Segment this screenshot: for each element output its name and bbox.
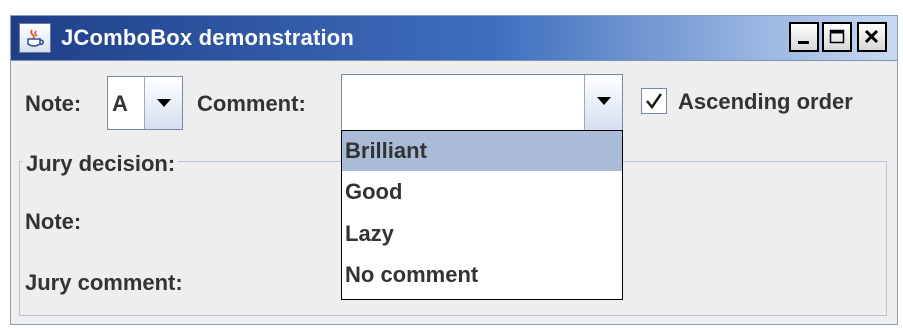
jury-decision-title: Jury decision:: [23, 151, 179, 177]
comment-combobox-arrow-button[interactable]: [584, 75, 622, 130]
window-title: JComboBox demonstration: [61, 25, 355, 50]
note-label: Note:: [25, 91, 82, 116]
ascending-order-checkbox[interactable]: [641, 88, 667, 114]
maximize-button[interactable]: [822, 22, 852, 52]
jury-comment-label: Jury comment:: [25, 270, 183, 295]
chevron-down-icon: [597, 97, 611, 105]
maximize-icon: [829, 29, 845, 44]
dropdown-item-lazy[interactable]: Lazy: [342, 214, 622, 254]
note-combobox[interactable]: A: [107, 76, 183, 130]
comment-label: Comment:: [197, 91, 306, 116]
comment-combobox[interactable]: [341, 74, 623, 131]
chevron-down-icon: [157, 99, 171, 107]
checkmark-icon: [646, 93, 663, 110]
note-combobox-value: A: [112, 91, 128, 116]
close-icon: [864, 29, 879, 44]
jury-note-label: Note:: [25, 209, 82, 234]
java-cup-icon[interactable]: [19, 23, 51, 53]
title-bar[interactable]: JComboBox demonstration: [11, 16, 897, 61]
minimize-icon: [798, 41, 809, 44]
dropdown-item-good[interactable]: Good: [342, 172, 622, 212]
app-window: JComboBox demonstration Note: A Comment:…: [10, 15, 898, 325]
comment-dropdown-list[interactable]: Brilliant Good Lazy No comment: [341, 130, 623, 300]
minimize-button[interactable]: [789, 22, 819, 52]
dropdown-item-no-comment[interactable]: No comment: [342, 255, 622, 295]
dropdown-item-brilliant[interactable]: Brilliant: [342, 131, 622, 171]
ascending-order-label[interactable]: Ascending order: [678, 89, 853, 115]
close-button[interactable]: [857, 22, 887, 52]
note-combobox-arrow-button[interactable]: [144, 77, 182, 129]
